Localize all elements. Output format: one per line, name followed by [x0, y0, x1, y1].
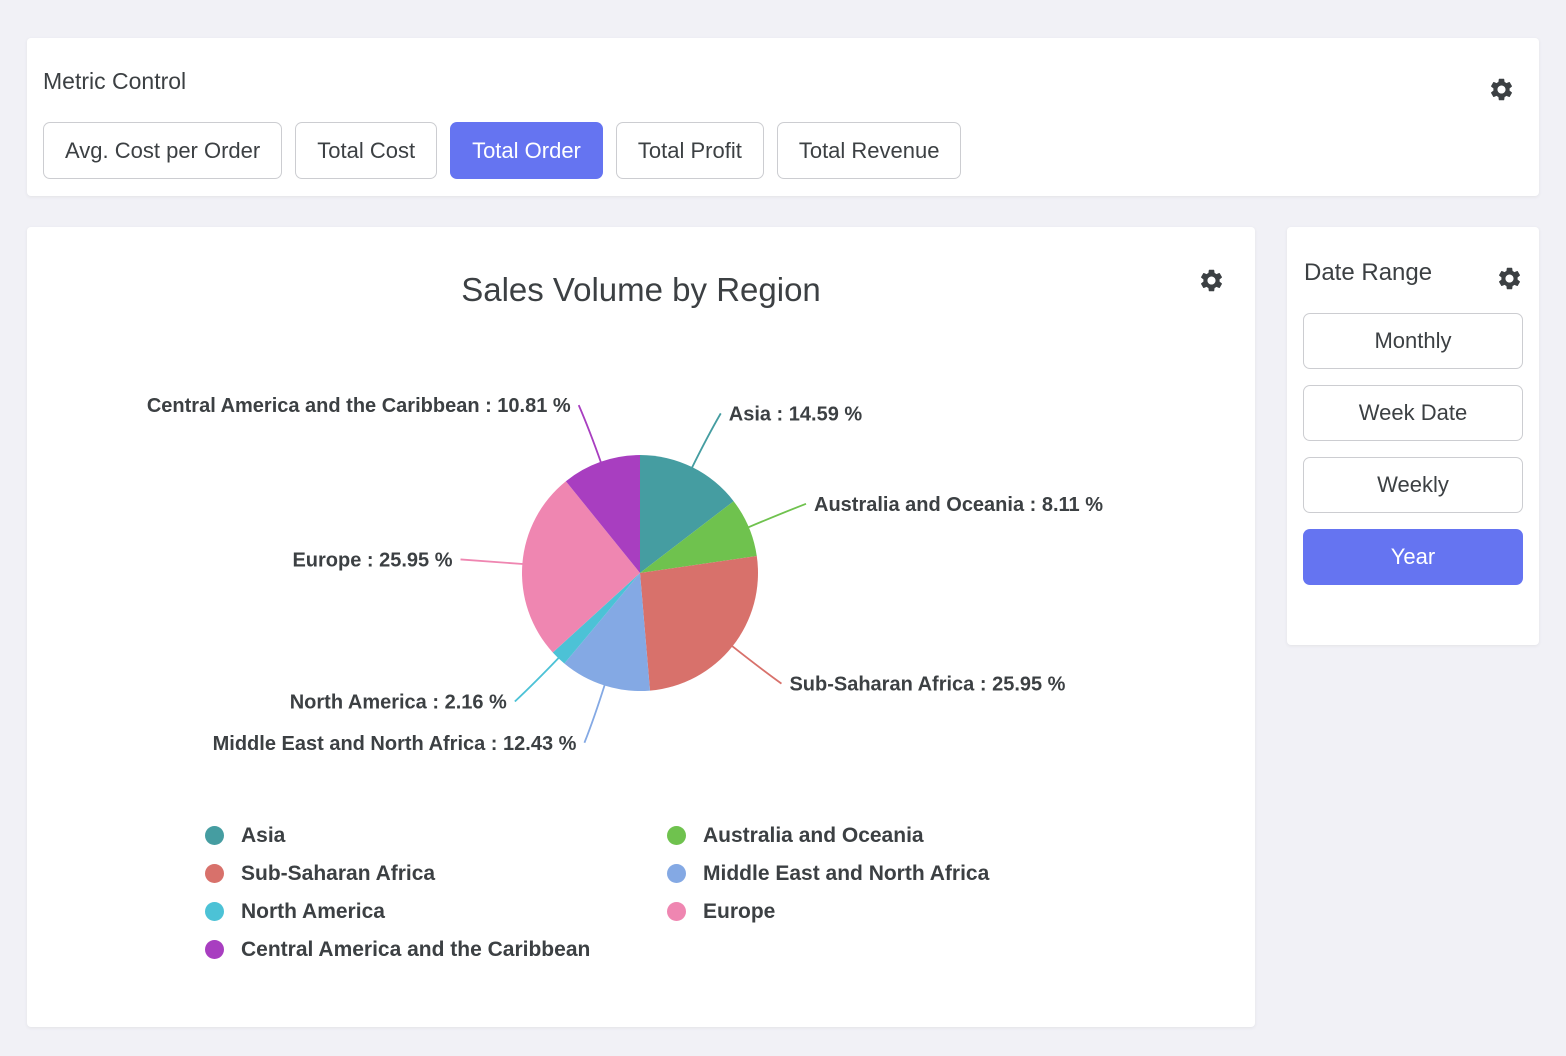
date-range-title: Date Range [1304, 259, 1432, 287]
chart-title: Sales Volume by Region [27, 271, 1255, 309]
metric-settings-gear-icon[interactable] [1488, 76, 1515, 103]
slice-label-central-america-and-the-caribbean: Central America and the Caribbean : 10.8… [147, 395, 571, 417]
metric-button-total-cost[interactable]: Total Cost [295, 122, 437, 179]
metric-control-title: Metric Control [43, 68, 186, 95]
slice-leader-line [515, 657, 560, 702]
date-range-button-monthly[interactable]: Monthly [1303, 313, 1523, 369]
legend-dot-icon [205, 864, 224, 883]
metric-button-total-order[interactable]: Total Order [450, 122, 603, 179]
legend-dot-icon [667, 826, 686, 845]
legend-label: Australia and Oceania [703, 824, 924, 848]
slice-leader-line [584, 684, 605, 743]
legend-dot-icon [205, 826, 224, 845]
date-range-button-group: Monthly Week Date Weekly Year [1303, 313, 1523, 585]
slice-leader-line [691, 413, 720, 469]
legend-label: North America [241, 900, 385, 924]
metric-button-total-revenue[interactable]: Total Revenue [777, 122, 962, 179]
metric-control-card: Metric Control Avg. Cost per OrderTotal … [27, 38, 1539, 196]
date-range-button-year[interactable]: Year [1303, 529, 1523, 585]
legend-item-north-america[interactable]: North America [205, 899, 667, 924]
date-range-button-week-date[interactable]: Week Date [1303, 385, 1523, 441]
gear-icon [1198, 267, 1225, 294]
metric-button-total-profit[interactable]: Total Profit [616, 122, 764, 179]
legend-item-europe[interactable]: Europe [667, 899, 989, 924]
date-range-settings-gear-icon[interactable] [1496, 265, 1523, 292]
chart-settings-gear-icon[interactable] [1198, 267, 1225, 294]
legend-label: Middle East and North Africa [703, 862, 989, 886]
legend-label: Central America and the Caribbean [241, 938, 590, 962]
metric-button-avg-cost-per-order[interactable]: Avg. Cost per Order [43, 122, 282, 179]
slice-label-europe: Europe : 25.95 % [292, 549, 452, 571]
metric-button-group: Avg. Cost per OrderTotal CostTotal Order… [43, 122, 961, 179]
date-range-card: Date Range Monthly Week Date Weekly Year [1287, 227, 1539, 645]
date-range-button-weekly[interactable]: Weekly [1303, 457, 1523, 513]
slice-leader-line [731, 645, 782, 684]
slice-leader-line [579, 405, 602, 463]
legend-dot-icon [205, 902, 224, 921]
legend-dot-icon [205, 940, 224, 959]
slice-label-asia: Asia : 14.59 % [729, 403, 863, 425]
pie-slice-sub-saharan-africa[interactable] [640, 556, 758, 691]
legend-item-middle-east-and-north-africa[interactable]: Middle East and North Africa [667, 861, 989, 886]
slice-label-middle-east-and-north-africa: Middle East and North Africa : 12.43 % [213, 733, 577, 755]
slice-leader-line [461, 559, 525, 564]
legend-label: Asia [241, 824, 285, 848]
gear-icon [1488, 76, 1515, 103]
legend-item-sub-saharan-africa[interactable]: Sub-Saharan Africa [205, 861, 667, 886]
legend-item-central-america-and-the-caribbean[interactable]: Central America and the Caribbean [205, 937, 667, 962]
slice-label-north-america: North America : 2.16 % [290, 692, 507, 714]
legend-item-australia-and-oceania[interactable]: Australia and Oceania [667, 823, 989, 848]
slice-label-australia-and-oceania: Australia and Oceania : 8.11 % [814, 494, 1103, 516]
pie-chart: Asia : 14.59 % Australia and Oceania : 8.… [27, 335, 1255, 815]
legend-item-asia[interactable]: Asia [205, 823, 667, 848]
slice-label-sub-saharan-africa: Sub-Saharan Africa : 25.95 % [789, 674, 1065, 696]
legend-label: Europe [703, 900, 775, 924]
legend-label: Sub-Saharan Africa [241, 862, 435, 886]
sales-volume-chart-card: Sales Volume by Region Asia : 14.59 % Aus… [27, 227, 1255, 1027]
slice-leader-line [747, 504, 806, 528]
legend-dot-icon [667, 902, 686, 921]
chart-legend: Asia Australia and Oceania Sub-Saharan Afr… [205, 823, 989, 962]
legend-dot-icon [667, 864, 686, 883]
gear-icon [1496, 265, 1523, 292]
